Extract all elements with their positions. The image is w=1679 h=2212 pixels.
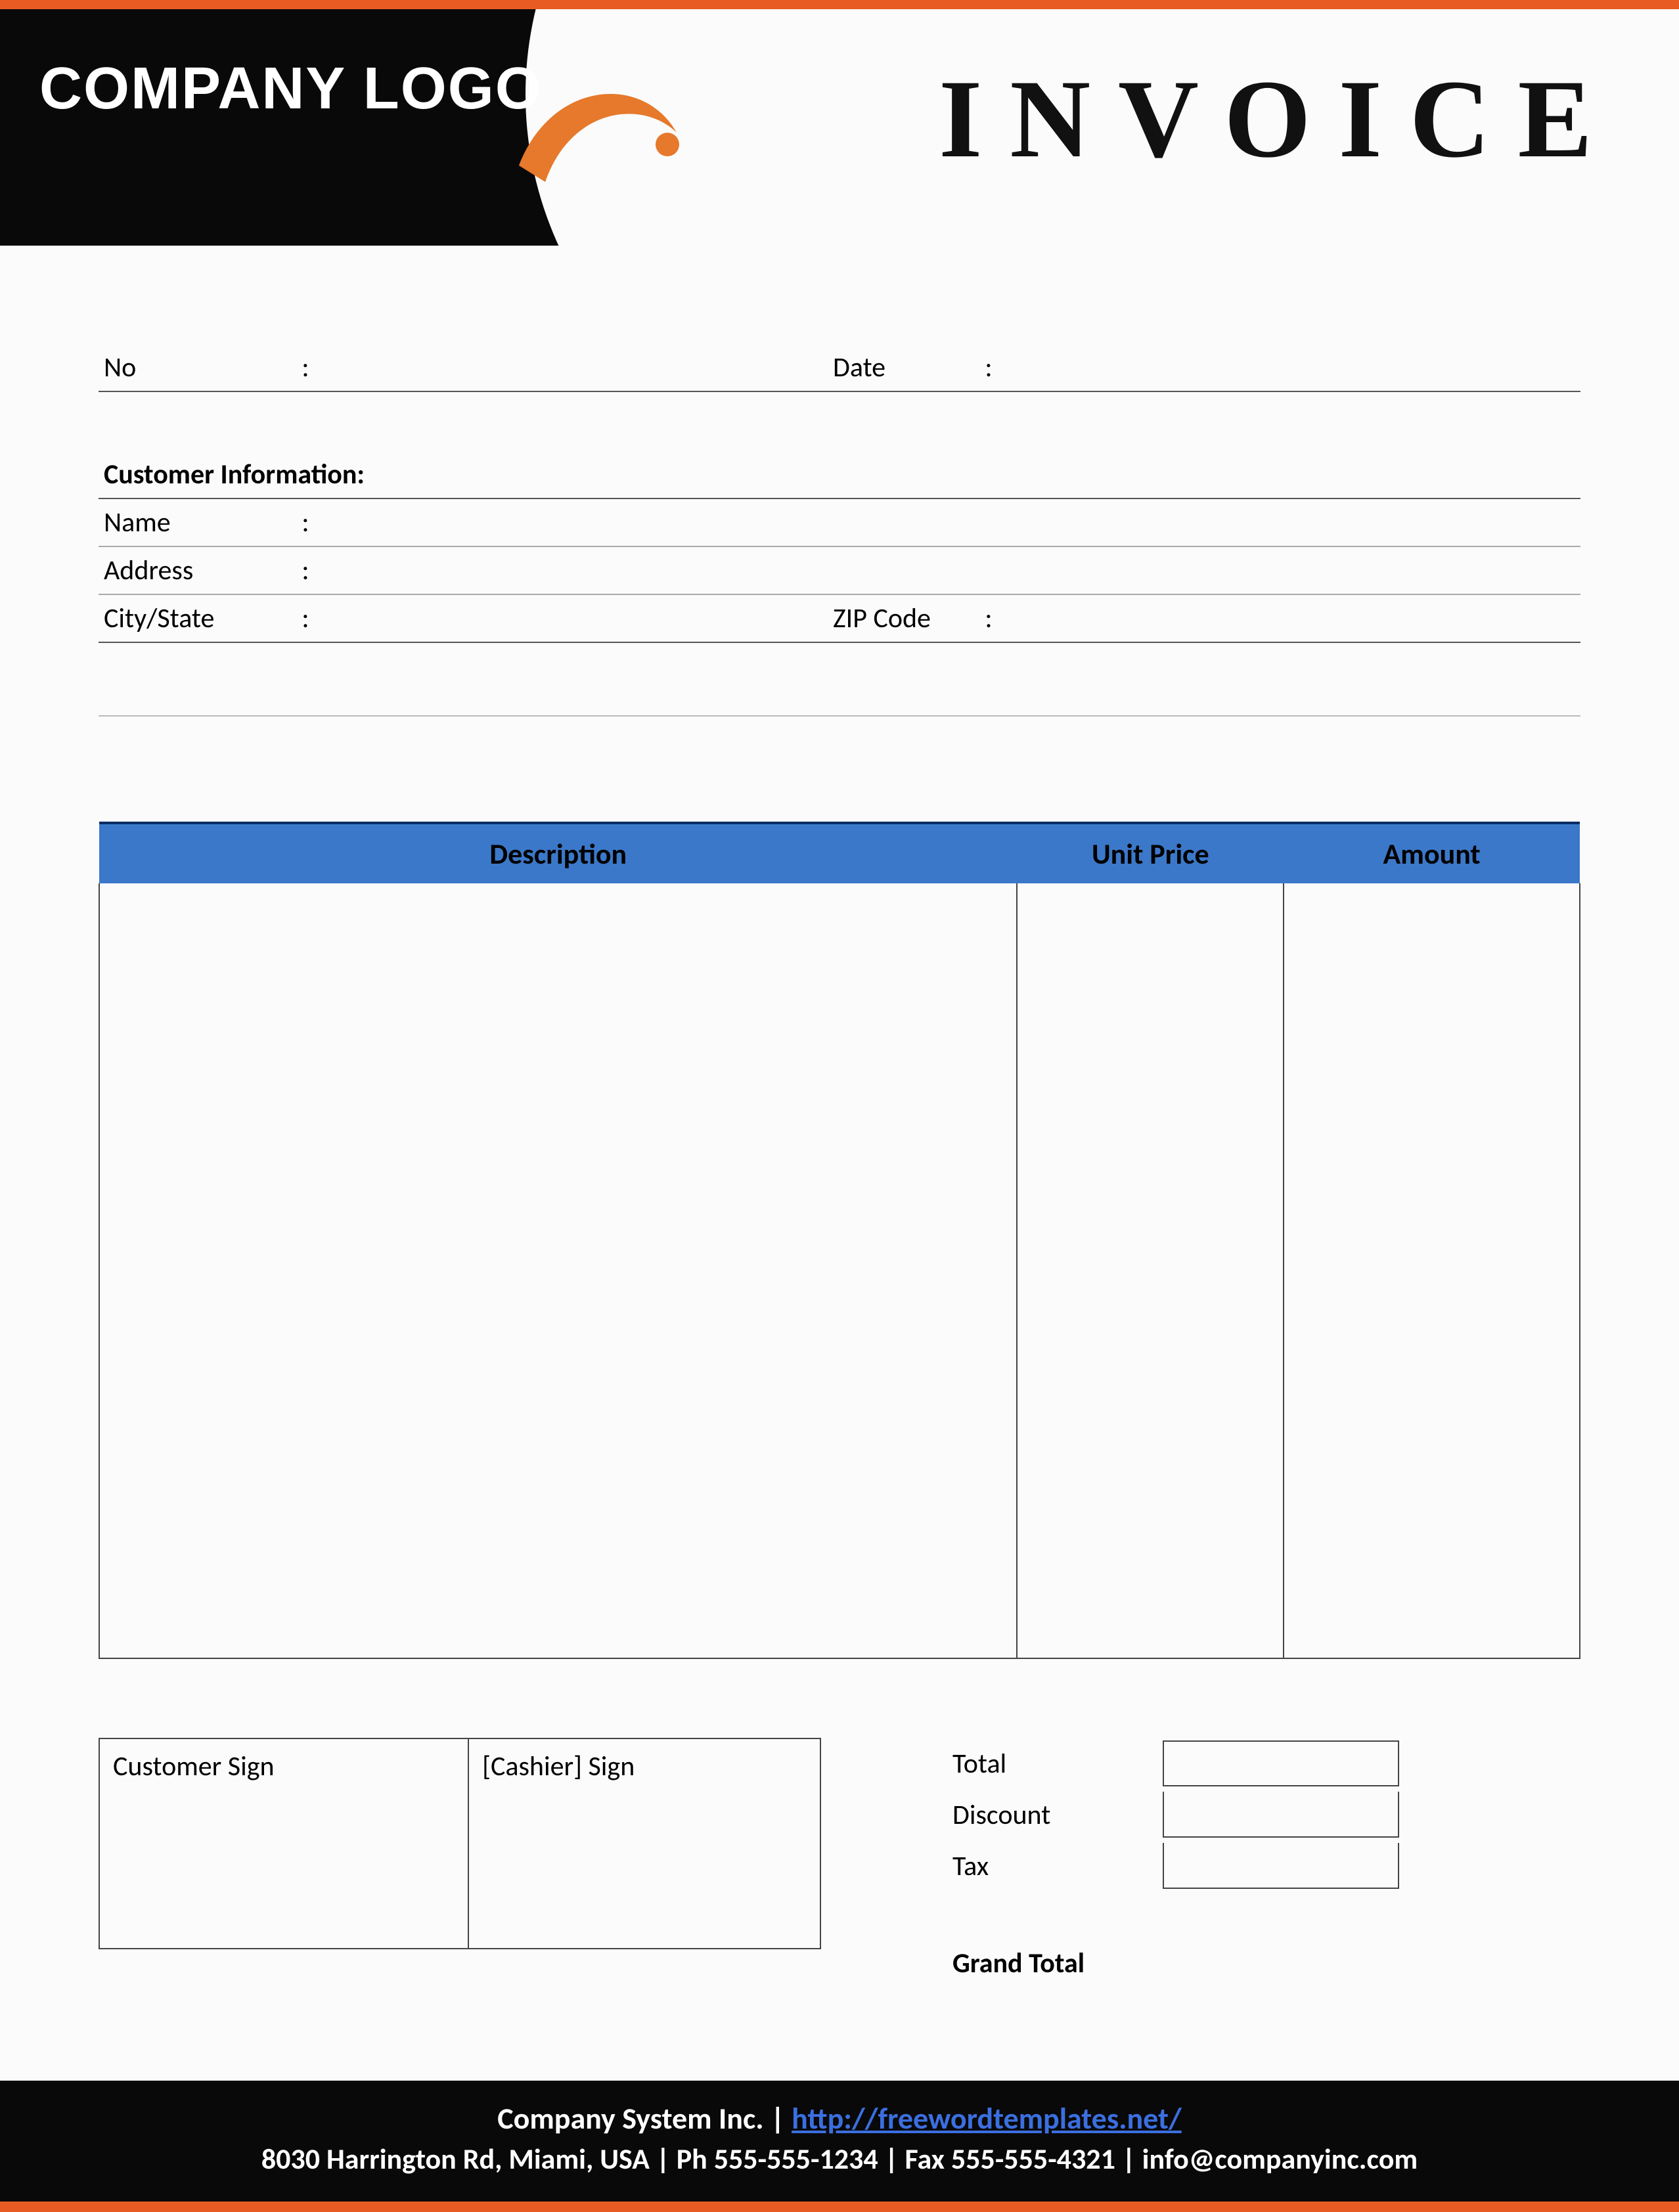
customer-name-label: Name	[99, 498, 296, 546]
discount-box	[1163, 1792, 1399, 1838]
invoice-title: INVOICE	[939, 55, 1620, 183]
col-header-unit-price: Unit Price	[1017, 823, 1284, 883]
line-items-body-row	[99, 883, 1580, 1658]
lower-section: Customer Sign [Cashier] Sign Total Disco…	[99, 1738, 1580, 1989]
total-box	[1163, 1740, 1399, 1786]
description-cell	[99, 883, 1017, 1658]
customer-zip-label: ZIP Code	[828, 594, 979, 642]
customer-address-label: Address	[99, 546, 296, 594]
customer-info-title: Customer Information:	[99, 451, 1580, 498]
swoosh-icon	[512, 74, 683, 198]
unit-price-cell	[1017, 883, 1284, 1658]
bottom-accent-strip	[0, 2201, 1679, 2212]
totals-row-discount: Discount	[946, 1789, 1580, 1840]
tax-label: Tax	[946, 1849, 1163, 1883]
meta-table: No : Date :	[99, 344, 1580, 392]
footer-line-1: Company System Inc. | http://freewordtem…	[13, 2100, 1666, 2137]
totals-block: Total Discount Tax Grand Total	[946, 1738, 1580, 1989]
customer-zip-separator: :	[979, 594, 998, 642]
totals-row-total: Total	[946, 1738, 1580, 1789]
total-label: Total	[946, 1747, 1163, 1781]
footer-sep-1: |	[763, 2100, 792, 2137]
invoice-content: No : Date : Customer Information: Name :…	[0, 246, 1679, 1989]
no-separator: :	[296, 344, 315, 391]
line-items-header-row: Description Unit Price Amount	[99, 823, 1580, 883]
grand-total-label: Grand Total	[946, 1947, 1085, 1980]
company-logo-text: COMPANY LOGO	[39, 55, 543, 123]
customer-address-value	[315, 546, 1580, 594]
no-label: No	[99, 344, 296, 391]
customer-citystate-label: City/State	[99, 594, 296, 642]
col-header-description: Description	[99, 823, 1017, 883]
totals-row-tax: Tax	[946, 1840, 1580, 1891]
col-header-amount: Amount	[1284, 823, 1580, 883]
customer-zip-value	[998, 594, 1580, 642]
footer-company: Company System Inc.	[497, 2100, 763, 2137]
cashier-sign-cell: [Cashier] Sign	[468, 1738, 820, 1949]
discount-label: Discount	[946, 1798, 1163, 1832]
header: COMPANY LOGO INVOICE	[0, 9, 1679, 246]
signature-table: Customer Sign [Cashier] Sign	[99, 1738, 821, 1949]
invoice-page: COMPANY LOGO INVOICE No : Date : Cus	[0, 9, 1679, 2201]
footer: Company System Inc. | http://freewordtem…	[0, 2081, 1679, 2201]
footer-url: http://freewordtemplates.net/	[792, 2100, 1182, 2137]
customer-name-value	[315, 498, 1580, 546]
amount-cell	[1284, 883, 1580, 1658]
customer-name-separator: :	[296, 498, 315, 546]
top-accent-strip	[0, 0, 1679, 9]
date-separator: :	[979, 344, 998, 391]
date-label: Date	[828, 344, 979, 391]
totals-row-grand: Grand Total	[946, 1937, 1580, 1989]
customer-address-separator: :	[296, 546, 315, 594]
customer-citystate-value	[315, 594, 828, 642]
company-logo: COMPANY LOGO	[39, 55, 543, 123]
tax-box	[1163, 1843, 1399, 1889]
no-value	[315, 344, 828, 391]
customer-sign-cell: Customer Sign	[99, 1738, 468, 1949]
date-value	[998, 344, 1580, 391]
divider	[99, 715, 1580, 717]
customer-citystate-separator: :	[296, 594, 315, 642]
line-items-wrap: Description Unit Price Amount	[99, 822, 1580, 1659]
line-items-table: Description Unit Price Amount	[99, 822, 1580, 1659]
customer-info-table: Customer Information: Name : Address : C…	[99, 451, 1580, 643]
